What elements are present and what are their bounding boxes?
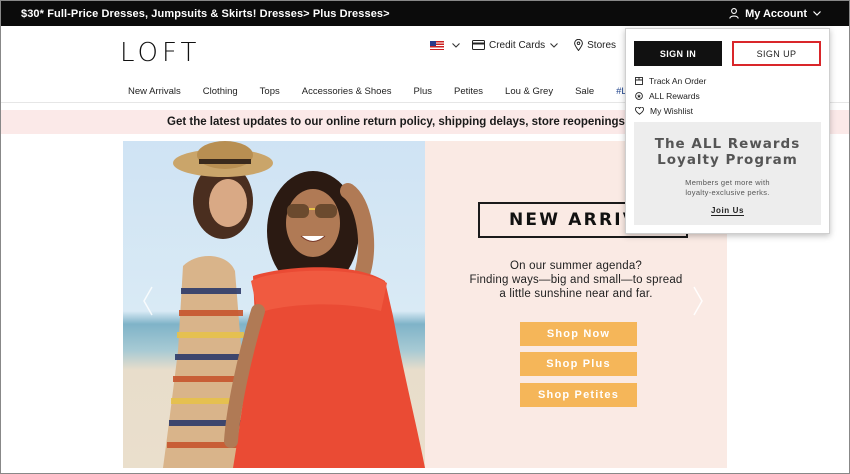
- hero-image[interactable]: [123, 141, 425, 468]
- nav-petites[interactable]: Petites: [454, 86, 483, 97]
- credit-cards-label: Credit Cards: [489, 39, 546, 51]
- nav-plus[interactable]: Plus: [414, 86, 432, 97]
- rewards-title: The ALL Rewards Loyalty Program: [634, 136, 821, 168]
- credit-cards-link[interactable]: Credit Cards: [472, 40, 562, 51]
- credit-card-icon: [472, 40, 485, 50]
- package-icon: [635, 77, 643, 85]
- chevron-down-icon: [813, 11, 821, 16]
- rewards-promo-card: The ALL Rewards Loyalty Program Members …: [634, 122, 821, 225]
- rewards-desc-line: loyalty-exclusive perks.: [685, 188, 770, 197]
- rewards-title-line: The ALL Rewards: [654, 136, 801, 152]
- wishlist-label: My Wishlist: [650, 106, 693, 116]
- hero-illustration: [163, 141, 425, 468]
- hero-copy: On our summer agenda? Finding ways—big a…: [465, 259, 687, 301]
- announcement-text[interactable]: Get the latest updates to our online ret…: [167, 116, 649, 128]
- stores-label: Stores: [587, 39, 617, 51]
- nav-accessories-shoes[interactable]: Accessories & Shoes: [302, 86, 392, 97]
- all-rewards-link[interactable]: ALL Rewards: [635, 91, 700, 101]
- stores-link[interactable]: Stores: [574, 39, 616, 51]
- chevron-down-icon: [550, 42, 559, 48]
- hero-copy-line: a little sunshine near and far.: [499, 288, 653, 300]
- my-account-label: My Account: [745, 7, 807, 20]
- all-rewards-label: ALL Rewards: [649, 91, 700, 101]
- nav-clothing[interactable]: Clothing: [203, 86, 238, 97]
- chevron-down-icon: [452, 42, 460, 48]
- rewards-icon: [635, 92, 643, 100]
- rewards-desc-line: Members get more with: [685, 178, 770, 187]
- track-order-label: Track An Order: [649, 76, 707, 86]
- shop-now-button[interactable]: Shop Now: [520, 322, 637, 346]
- sign-up-button[interactable]: SIGN UP: [732, 41, 821, 66]
- loft-logo[interactable]: LOFT: [120, 38, 200, 68]
- nav-new-arrivals[interactable]: New Arrivals: [128, 86, 181, 97]
- rewards-description: Members get more with loyalty-exclusive …: [634, 178, 821, 198]
- nav-sale[interactable]: Sale: [575, 86, 594, 97]
- carousel-prev-icon[interactable]: [143, 286, 153, 316]
- account-dropdown: SIGN IN SIGN UP Track An Order ALL Rewar…: [625, 28, 830, 234]
- rewards-title-line: Loyalty Program: [657, 152, 798, 168]
- nav-lou-grey[interactable]: Lou & Grey: [505, 86, 553, 97]
- promo-bar: $30* Full-Price Dresses, Jumpsuits & Ski…: [1, 1, 849, 26]
- promo-text[interactable]: $30* Full-Price Dresses, Jumpsuits & Ski…: [21, 8, 390, 20]
- country-selector[interactable]: [430, 40, 472, 50]
- nav-tops[interactable]: Tops: [260, 86, 280, 97]
- shop-petites-button[interactable]: Shop Petites: [520, 383, 637, 407]
- shop-plus-button[interactable]: Shop Plus: [520, 352, 637, 376]
- join-us-link[interactable]: Join Us: [710, 206, 745, 216]
- sign-in-button[interactable]: SIGN IN: [634, 41, 722, 66]
- us-flag-icon: [430, 40, 444, 50]
- utility-links: Credit Cards Stores: [430, 36, 639, 54]
- hero-copy-line: On our summer agenda?: [509, 260, 643, 272]
- location-pin-icon: [574, 39, 584, 51]
- wishlist-link[interactable]: My Wishlist: [635, 106, 693, 116]
- main-nav: New Arrivals Clothing Tops Accessories &…: [128, 86, 687, 97]
- heart-icon: [635, 107, 644, 115]
- track-order-link[interactable]: Track An Order: [635, 76, 706, 86]
- hero-copy-line: Finding ways—big and small—to spread: [469, 274, 683, 286]
- my-account-button[interactable]: My Account: [729, 1, 827, 26]
- carousel-next-icon[interactable]: [693, 286, 703, 316]
- user-icon: [729, 8, 739, 19]
